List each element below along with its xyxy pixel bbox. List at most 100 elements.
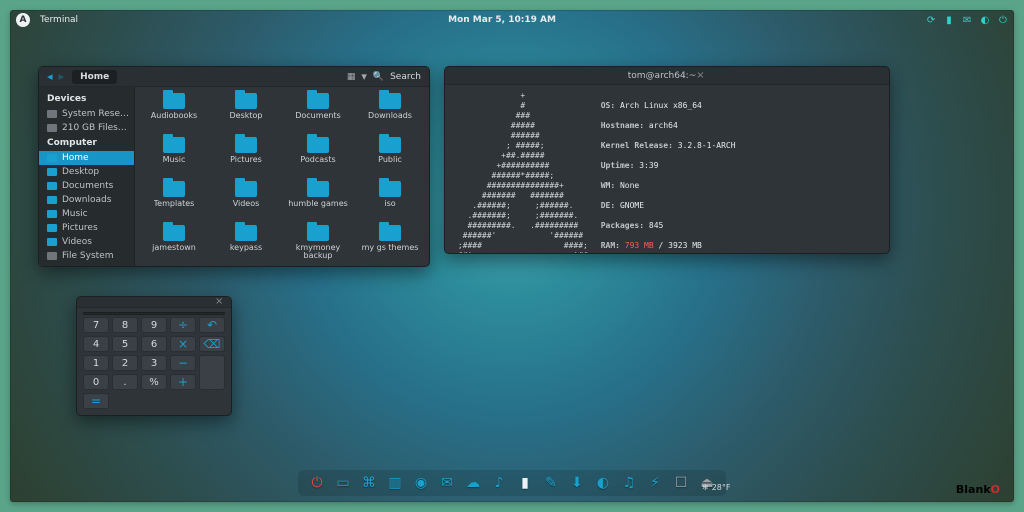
folder-item[interactable]: Music xyxy=(139,137,209,179)
calc-key[interactable]: 4 xyxy=(83,336,109,352)
view-toggle-icon[interactable]: ▦ xyxy=(347,72,356,82)
folder-item[interactable]: iso xyxy=(355,181,425,223)
tray-network-icon[interactable]: ▮ xyxy=(944,15,954,25)
dock: ⏻▭⌘▥◉✉☁♪▮✎⬇◐♫⚡☐⏏ xyxy=(298,470,726,496)
calc-key[interactable]: 3 xyxy=(141,355,167,371)
weather-widget[interactable]: ❄ 28°F xyxy=(702,483,730,492)
calc-key[interactable]: % xyxy=(141,374,167,390)
file-manager-sidebar: Devices System Rese… 210 GB Files… Compu… xyxy=(39,87,135,266)
folder-label: humble games xyxy=(288,200,348,208)
search-icon[interactable]: 🔍 xyxy=(373,72,384,82)
folder-icon xyxy=(379,93,401,109)
folder-item[interactable]: Documents xyxy=(283,93,353,135)
folder-icon xyxy=(379,137,401,153)
calc-key[interactable]: ↶ xyxy=(199,317,225,333)
folder-item[interactable]: Videos xyxy=(211,181,281,223)
tray-update-icon[interactable]: ⟳ xyxy=(926,15,936,25)
calc-key[interactable]: ⌫ xyxy=(199,336,225,352)
sidebar-item-music[interactable]: Music xyxy=(39,207,134,221)
folder-item[interactable]: Templates xyxy=(139,181,209,223)
folder-icon xyxy=(235,93,257,109)
editor-icon[interactable]: ▮ xyxy=(516,474,534,492)
terminal-body[interactable]: + # ### ##### ###### ; #####; +##.##### … xyxy=(445,85,889,253)
calc-key[interactable]: × xyxy=(170,336,196,352)
system-tray: ⟳ ▮ ✉ ◐ ⏻ xyxy=(926,15,1008,25)
chat-icon[interactable]: ☁ xyxy=(464,474,482,492)
calc-key[interactable]: 7 xyxy=(83,317,109,333)
folder-label: Documents xyxy=(295,112,341,120)
folder-label: Downloads xyxy=(368,112,412,120)
folder-label: iso xyxy=(384,200,395,208)
sidebar-item-desktop[interactable]: Desktop xyxy=(39,165,134,179)
sidebar-item-documents[interactable]: Documents xyxy=(39,179,134,193)
folder-item[interactable]: Audiobooks xyxy=(139,93,209,135)
calc-key[interactable]: 2 xyxy=(112,355,138,371)
headphones-icon[interactable]: ♫ xyxy=(620,474,638,492)
display-icon[interactable]: ▭ xyxy=(334,474,352,492)
terminal-icon[interactable]: ⌘ xyxy=(360,474,378,492)
bolt-icon[interactable]: ⚡ xyxy=(646,474,664,492)
tray-power-icon[interactable]: ⏻ xyxy=(998,15,1008,25)
sidebar-device-item[interactable]: 210 GB Files… xyxy=(39,121,134,135)
calc-key[interactable]: ÷ xyxy=(170,317,196,333)
calc-key[interactable]: 9 xyxy=(141,317,167,333)
folder-icon xyxy=(307,137,329,153)
folder-item[interactable]: Desktop xyxy=(211,93,281,135)
dropdown-icon[interactable]: ▾ xyxy=(361,70,367,83)
sidebar-item-downloads[interactable]: Downloads xyxy=(39,193,134,207)
download-icon[interactable]: ⬇ xyxy=(568,474,586,492)
sidebar-item-videos[interactable]: Videos xyxy=(39,235,134,249)
calc-key[interactable] xyxy=(199,355,225,390)
folder-item[interactable]: Podcasts xyxy=(283,137,353,179)
folder-item[interactable]: kmymoney backup xyxy=(283,225,353,266)
active-app-label[interactable]: Terminal xyxy=(40,15,78,25)
calc-key[interactable]: = xyxy=(83,393,109,409)
calc-key[interactable]: 1 xyxy=(83,355,109,371)
file-manager-toolbar: ◂ ▸ Home ▦ ▾ 🔍 Search xyxy=(39,67,429,87)
folder-item[interactable]: keypass xyxy=(211,225,281,266)
folder-item[interactable]: Pictures xyxy=(211,137,281,179)
folder-item[interactable]: Downloads xyxy=(355,93,425,135)
calc-key[interactable]: − xyxy=(170,355,196,371)
files-icon[interactable]: ▥ xyxy=(386,474,404,492)
mail-icon[interactable]: ✉ xyxy=(438,474,456,492)
weather-temp: 28°F xyxy=(712,483,731,492)
folder-item[interactable]: humble games xyxy=(283,181,353,223)
calc-key[interactable]: . xyxy=(112,374,138,390)
close-icon[interactable]: × xyxy=(696,71,706,81)
folder-icon xyxy=(307,225,329,241)
nav-back-icon[interactable]: ◂ xyxy=(47,70,53,83)
folder-label: Music xyxy=(163,156,186,164)
calc-key[interactable]: 0 xyxy=(83,374,109,390)
folder-item[interactable]: my gs themes xyxy=(355,225,425,266)
folder-icon xyxy=(307,181,329,197)
calc-key[interactable]: 6 xyxy=(141,336,167,352)
folder-icon xyxy=(235,225,257,241)
sidebar-item-filesystem[interactable]: File System xyxy=(39,249,134,263)
search-label[interactable]: Search xyxy=(390,72,421,82)
activities-logo-icon[interactable]: A xyxy=(16,13,30,27)
tray-volume-icon[interactable]: ◐ xyxy=(980,15,990,25)
calculator-window: × 789÷↶456×⌫123−0.%+= xyxy=(76,296,232,416)
folder-item[interactable]: jamestown xyxy=(139,225,209,266)
tray-chat-icon[interactable]: ✉ xyxy=(962,15,972,25)
tool-icon[interactable]: ✎ xyxy=(542,474,560,492)
printer-icon[interactable]: ☐ xyxy=(672,474,690,492)
calc-key[interactable]: 8 xyxy=(112,317,138,333)
folder-item[interactable]: Public xyxy=(355,137,425,179)
gamepad-icon[interactable]: ◐ xyxy=(594,474,612,492)
breadcrumb[interactable]: Home xyxy=(72,70,117,84)
calc-key[interactable]: + xyxy=(170,374,196,390)
sidebar-device-item[interactable]: System Rese… xyxy=(39,107,134,121)
clock-label[interactable]: Mon Mar 5, 10:19 AM xyxy=(448,15,556,25)
close-icon[interactable]: × xyxy=(215,297,225,307)
power-icon[interactable]: ⏻ xyxy=(308,474,326,492)
web-icon[interactable]: ◉ xyxy=(412,474,430,492)
calc-key[interactable]: 5 xyxy=(112,336,138,352)
folder-icon xyxy=(163,93,185,109)
sidebar-item-home[interactable]: Home xyxy=(39,151,134,165)
sidebar-item-pictures[interactable]: Pictures xyxy=(39,221,134,235)
folder-icon xyxy=(163,181,185,197)
music-icon[interactable]: ♪ xyxy=(490,474,508,492)
nav-forward-icon[interactable]: ▸ xyxy=(59,70,65,83)
